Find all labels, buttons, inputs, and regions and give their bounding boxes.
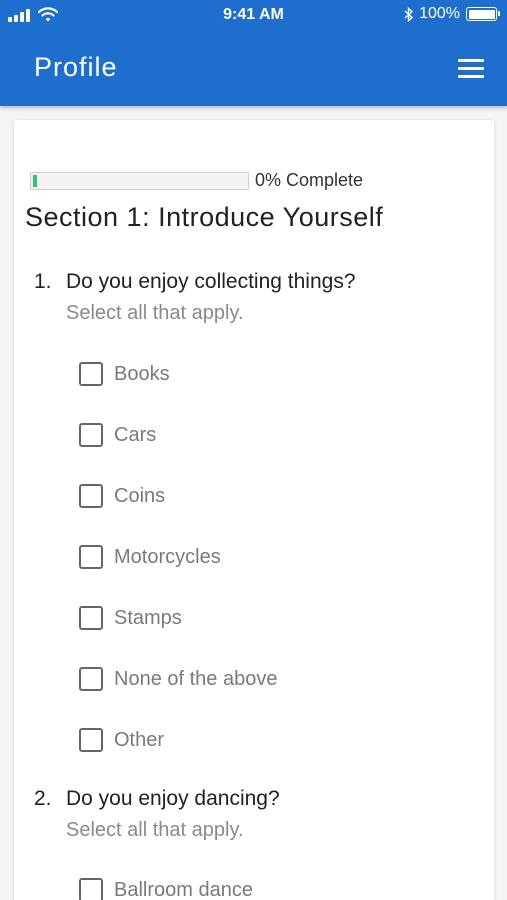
menu-icon[interactable] — [458, 59, 484, 79]
question-hint: Select all that apply. — [66, 819, 244, 841]
option-label: Books — [114, 362, 170, 385]
option-cars[interactable]: Cars — [79, 423, 156, 447]
option-label: Coins — [114, 484, 166, 507]
section-title: Section 1: Introduce Yourself — [25, 202, 384, 232]
option-label: Other — [114, 728, 165, 751]
option-stamps[interactable]: Stamps — [79, 606, 182, 630]
app-title: Profile — [34, 52, 118, 82]
question-2: 2. Do you enjoy dancing? — [34, 787, 280, 811]
question-number: 2. — [34, 787, 52, 810]
option-other[interactable]: Other — [79, 728, 164, 752]
checkbox[interactable] — [79, 667, 103, 691]
survey-card: 0% Complete Section 1: Introduce Yoursel… — [14, 120, 494, 900]
progress-label: 0% Complete — [255, 170, 364, 190]
status-bar-right: 100% — [404, 5, 500, 23]
checkbox[interactable] — [79, 545, 103, 569]
battery-icon — [466, 7, 500, 21]
option-none-of-the-above[interactable]: None of the above — [79, 667, 277, 691]
battery-percent: 100% — [419, 5, 460, 22]
option-label: None of the above — [114, 667, 278, 690]
status-bar: 9:41 AM 100% — [0, 0, 507, 32]
progress-bar — [30, 171, 249, 190]
option-label: Cars — [114, 423, 157, 446]
checkbox[interactable] — [79, 878, 103, 900]
checkbox[interactable] — [79, 423, 103, 447]
option-label: Motorcycles — [114, 545, 221, 568]
progress-row: 0% Complete — [30, 170, 363, 191]
checkbox[interactable] — [79, 728, 103, 752]
checkbox[interactable] — [79, 606, 103, 630]
checkbox[interactable] — [79, 484, 103, 508]
checkbox[interactable] — [79, 362, 103, 386]
question-number: 1. — [34, 270, 52, 293]
option-books[interactable]: Books — [79, 362, 170, 386]
app-bar: 9:41 AM 100% Profile — [0, 0, 507, 106]
option-coins[interactable]: Coins — [79, 484, 165, 508]
progress-fill — [33, 174, 38, 187]
question-text: Do you enjoy dancing? — [66, 787, 280, 810]
question-text: Do you enjoy collecting things? — [66, 270, 356, 293]
option-motorcycles[interactable]: Motorcycles — [79, 545, 221, 569]
option-label: Ballroom dance — [114, 878, 253, 900]
option-ballroom-dance[interactable]: Ballroom dance — [79, 878, 253, 900]
question-1: 1. Do you enjoy collecting things? — [34, 270, 356, 294]
bluetooth-icon — [404, 6, 414, 22]
question-hint: Select all that apply. — [66, 302, 244, 324]
option-label: Stamps — [114, 606, 182, 629]
